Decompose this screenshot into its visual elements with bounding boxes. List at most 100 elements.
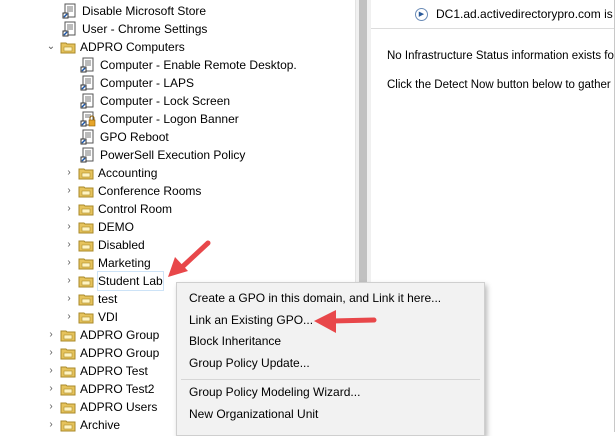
menu-item-group-policy-update[interactable]: Group Policy Update... bbox=[189, 353, 310, 373]
tree-item-label: GPO Reboot bbox=[100, 130, 169, 144]
chevron-right-icon[interactable]: › bbox=[63, 308, 75, 326]
tree-item-label: Computer - Logon Banner bbox=[100, 112, 239, 126]
tree-item[interactable]: › ADPRO Group bbox=[45, 344, 159, 362]
status-text: No Infrastructure Status information exi… bbox=[387, 50, 614, 62]
tree-item-label: PowerSell Execution Policy bbox=[100, 148, 246, 162]
menu-item-block-inheritance[interactable]: Block Inheritance bbox=[189, 331, 281, 351]
tree-item-label: User - Chrome Settings bbox=[82, 22, 208, 36]
gpo-link-icon bbox=[62, 3, 78, 19]
gpo-link-icon bbox=[62, 21, 78, 37]
tree-item[interactable]: › VDI bbox=[63, 308, 118, 326]
annotation-arrow-icon bbox=[314, 310, 377, 333]
chevron-right-icon[interactable]: › bbox=[63, 182, 75, 200]
ou-folder-icon bbox=[60, 399, 76, 415]
tree-item-label: ADPRO Users bbox=[80, 400, 158, 414]
chevron-right-icon[interactable]: › bbox=[63, 236, 75, 254]
ou-folder-icon bbox=[78, 273, 94, 289]
tree-item-selected[interactable]: › Student Lab bbox=[63, 271, 164, 291]
chevron-right-icon[interactable]: › bbox=[45, 362, 57, 380]
ou-folder-icon bbox=[60, 417, 76, 432]
ou-folder-icon bbox=[60, 381, 76, 397]
gpo-link-icon bbox=[80, 57, 96, 73]
expand-circle-icon[interactable]: ▶ bbox=[415, 7, 428, 21]
ou-folder-icon bbox=[60, 327, 76, 343]
tree-item[interactable]: ⌄ ADPRO Computers bbox=[45, 38, 185, 56]
tree-item-label: Control Room bbox=[98, 202, 173, 216]
chevron-right-icon[interactable]: › bbox=[45, 344, 57, 362]
divider bbox=[371, 28, 614, 29]
tree-item[interactable]: › ADPRO Test bbox=[45, 362, 148, 380]
tree-item-label: ADPRO Computers bbox=[80, 40, 185, 54]
chevron-right-icon[interactable]: › bbox=[45, 398, 57, 416]
tree-item[interactable]: › test bbox=[63, 290, 117, 308]
tree-item[interactable]: › Conference Rooms bbox=[63, 182, 201, 200]
tree-item-label: Computer - Lock Screen bbox=[100, 94, 231, 108]
ou-folder-icon bbox=[78, 291, 94, 307]
chevron-right-icon[interactable]: › bbox=[63, 200, 75, 218]
ou-folder-icon bbox=[60, 345, 76, 361]
menu-separator bbox=[181, 379, 480, 380]
tree-item[interactable]: › Disabled bbox=[63, 236, 145, 254]
tree-item-label: Conference Rooms bbox=[98, 184, 202, 198]
chevron-right-icon[interactable]: › bbox=[63, 164, 75, 182]
tree-item[interactable]: › Control Room bbox=[63, 200, 172, 218]
tree-item[interactable]: Computer - Enable Remote Desktop. bbox=[80, 56, 297, 74]
gpo-link-locked-icon bbox=[80, 111, 96, 127]
gpo-link-icon bbox=[80, 93, 96, 109]
tree-item[interactable]: User - Chrome Settings bbox=[62, 20, 207, 38]
gpo-link-icon bbox=[80, 129, 96, 145]
tree-item[interactable]: Disable Microsoft Store bbox=[62, 2, 206, 20]
gpo-link-icon bbox=[80, 147, 96, 163]
tree-item-label: DEMO bbox=[98, 220, 134, 234]
ou-folder-icon bbox=[78, 165, 94, 181]
ou-folder-icon bbox=[60, 363, 76, 379]
server-row[interactable]: ▶ DC1.ad.activedirectorypro.com is th bbox=[415, 7, 614, 21]
tree-item-label: Disabled bbox=[98, 238, 145, 252]
scrollbar-thumb[interactable] bbox=[359, 0, 367, 283]
tree-item-label: Marketing bbox=[98, 256, 151, 270]
tree-item[interactable]: › Archive bbox=[45, 416, 120, 432]
tree-item[interactable]: › Marketing bbox=[63, 254, 151, 272]
tree-item[interactable]: Computer - Logon Banner bbox=[80, 110, 239, 128]
ou-folder-icon bbox=[78, 255, 94, 271]
menu-item-new-ou[interactable]: New Organizational Unit bbox=[189, 404, 318, 424]
tree-item[interactable]: GPO Reboot bbox=[80, 128, 169, 146]
chevron-right-icon[interactable]: › bbox=[45, 380, 57, 398]
chevron-right-icon[interactable]: › bbox=[63, 290, 75, 308]
tree-item[interactable]: › ADPRO Group bbox=[45, 326, 159, 344]
ou-folder-icon bbox=[78, 201, 94, 217]
chevron-down-icon[interactable]: ⌄ bbox=[45, 38, 57, 56]
tree-item-label: ADPRO Test bbox=[80, 364, 148, 378]
tree-item-label: ADPRO Test2 bbox=[80, 382, 155, 396]
chevron-right-icon[interactable]: › bbox=[45, 416, 57, 432]
tree-item-label: Computer - LAPS bbox=[100, 76, 195, 90]
chevron-right-icon[interactable]: › bbox=[63, 272, 75, 290]
chevron-right-icon[interactable]: › bbox=[63, 218, 75, 236]
tree-item[interactable]: › Accounting bbox=[63, 164, 157, 182]
tree-item-label: ADPRO Group bbox=[80, 328, 160, 342]
annotation-arrow-icon bbox=[168, 240, 211, 277]
ou-folder-icon bbox=[60, 39, 76, 55]
ou-folder-icon bbox=[78, 237, 94, 253]
chevron-right-icon[interactable]: › bbox=[45, 326, 57, 344]
tree-item-label: Accounting bbox=[98, 166, 158, 180]
menu-item-link-existing-gpo[interactable]: Link an Existing GPO... bbox=[189, 310, 313, 330]
tree-item[interactable]: Computer - LAPS bbox=[80, 74, 194, 92]
chevron-right-icon[interactable]: › bbox=[63, 254, 75, 272]
help-text: Click the Detect Now button below to gat… bbox=[387, 79, 614, 91]
tree-item[interactable]: › DEMO bbox=[63, 218, 134, 236]
tree-item[interactable]: Computer - Lock Screen bbox=[80, 92, 230, 110]
tree-item-label: VDI bbox=[98, 310, 119, 324]
ou-folder-icon bbox=[78, 219, 94, 235]
tree-item-label: Disable Microsoft Store bbox=[82, 4, 207, 18]
server-name: DC1.ad.activedirectorypro.com is th bbox=[436, 7, 614, 21]
menu-item-modeling-wizard[interactable]: Group Policy Modeling Wizard... bbox=[189, 382, 360, 402]
tree-item[interactable]: › ADPRO Users bbox=[45, 398, 157, 416]
tree-item-label: test bbox=[98, 292, 118, 306]
tree-item[interactable]: › ADPRO Test2 bbox=[45, 380, 154, 398]
tree-item-label: Archive bbox=[80, 418, 121, 432]
tree-item-label: Student Lab bbox=[97, 271, 164, 291]
tree-item[interactable]: PowerSell Execution Policy bbox=[80, 146, 245, 164]
ou-folder-icon bbox=[78, 309, 94, 325]
gpo-link-icon bbox=[80, 75, 96, 91]
